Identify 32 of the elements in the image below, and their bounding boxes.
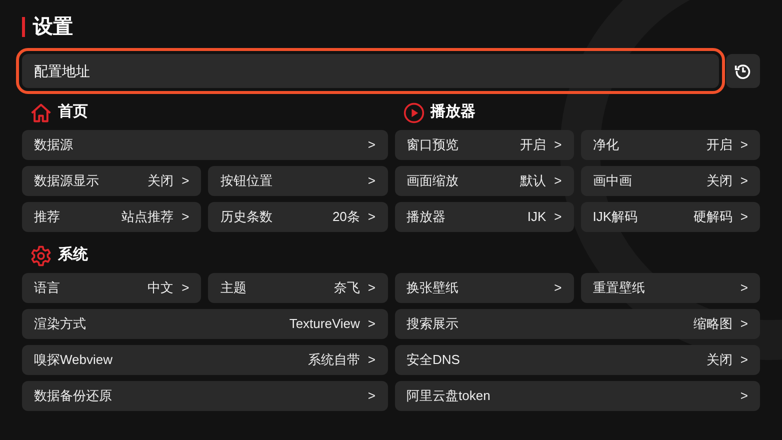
- section-title: 系统: [58, 245, 88, 266]
- history-button[interactable]: [726, 54, 760, 88]
- setting-item[interactable]: 数据源 >: [22, 130, 388, 160]
- setting-item[interactable]: 阿里云盘token >: [394, 381, 760, 411]
- section-title: 首页: [58, 102, 88, 122]
- setting-item[interactable]: 数据备份还原 >: [22, 381, 388, 411]
- page-title: 设置: [33, 15, 73, 40]
- setting-item[interactable]: 净化 开启 >: [580, 130, 760, 160]
- setting-item[interactable]: 画中画 关闭 >: [580, 166, 760, 196]
- setting-item[interactable]: 按钮位置 >: [208, 166, 388, 196]
- setting-item[interactable]: 数据源显示 关闭 >: [22, 166, 202, 196]
- section-title: 播放器: [430, 102, 476, 122]
- setting-item[interactable]: 语言 中文 >: [22, 273, 202, 303]
- setting-item[interactable]: 推荐 站点推荐 >: [22, 202, 202, 232]
- setting-item[interactable]: 窗口预览 开启 >: [394, 130, 574, 160]
- gear-icon: [30, 244, 52, 266]
- setting-item[interactable]: 主题 奈飞 >: [208, 273, 388, 303]
- setting-item[interactable]: 播放器 IJK >: [394, 202, 574, 232]
- play-icon: [402, 102, 424, 124]
- setting-item[interactable]: 安全DNS 关闭 >: [394, 345, 760, 375]
- setting-item[interactable]: 历史条数 20条 >: [208, 202, 388, 232]
- setting-item[interactable]: 重置壁纸 >: [580, 273, 760, 303]
- setting-item[interactable]: 渲染方式 TextureView >: [22, 309, 388, 339]
- setting-item[interactable]: IJK解码 硬解码 >: [580, 202, 760, 232]
- setting-item[interactable]: 换张壁纸 >: [394, 273, 574, 303]
- config-address-field[interactable]: 配置地址: [22, 54, 719, 88]
- setting-item[interactable]: 嗅探Webview 系统自带 >: [22, 345, 388, 375]
- title-accent: [22, 17, 25, 37]
- setting-item[interactable]: 画面缩放 默认 >: [394, 166, 574, 196]
- setting-item[interactable]: 搜索展示 缩略图 >: [394, 309, 760, 339]
- history-icon: [734, 62, 752, 80]
- home-icon: [30, 102, 52, 124]
